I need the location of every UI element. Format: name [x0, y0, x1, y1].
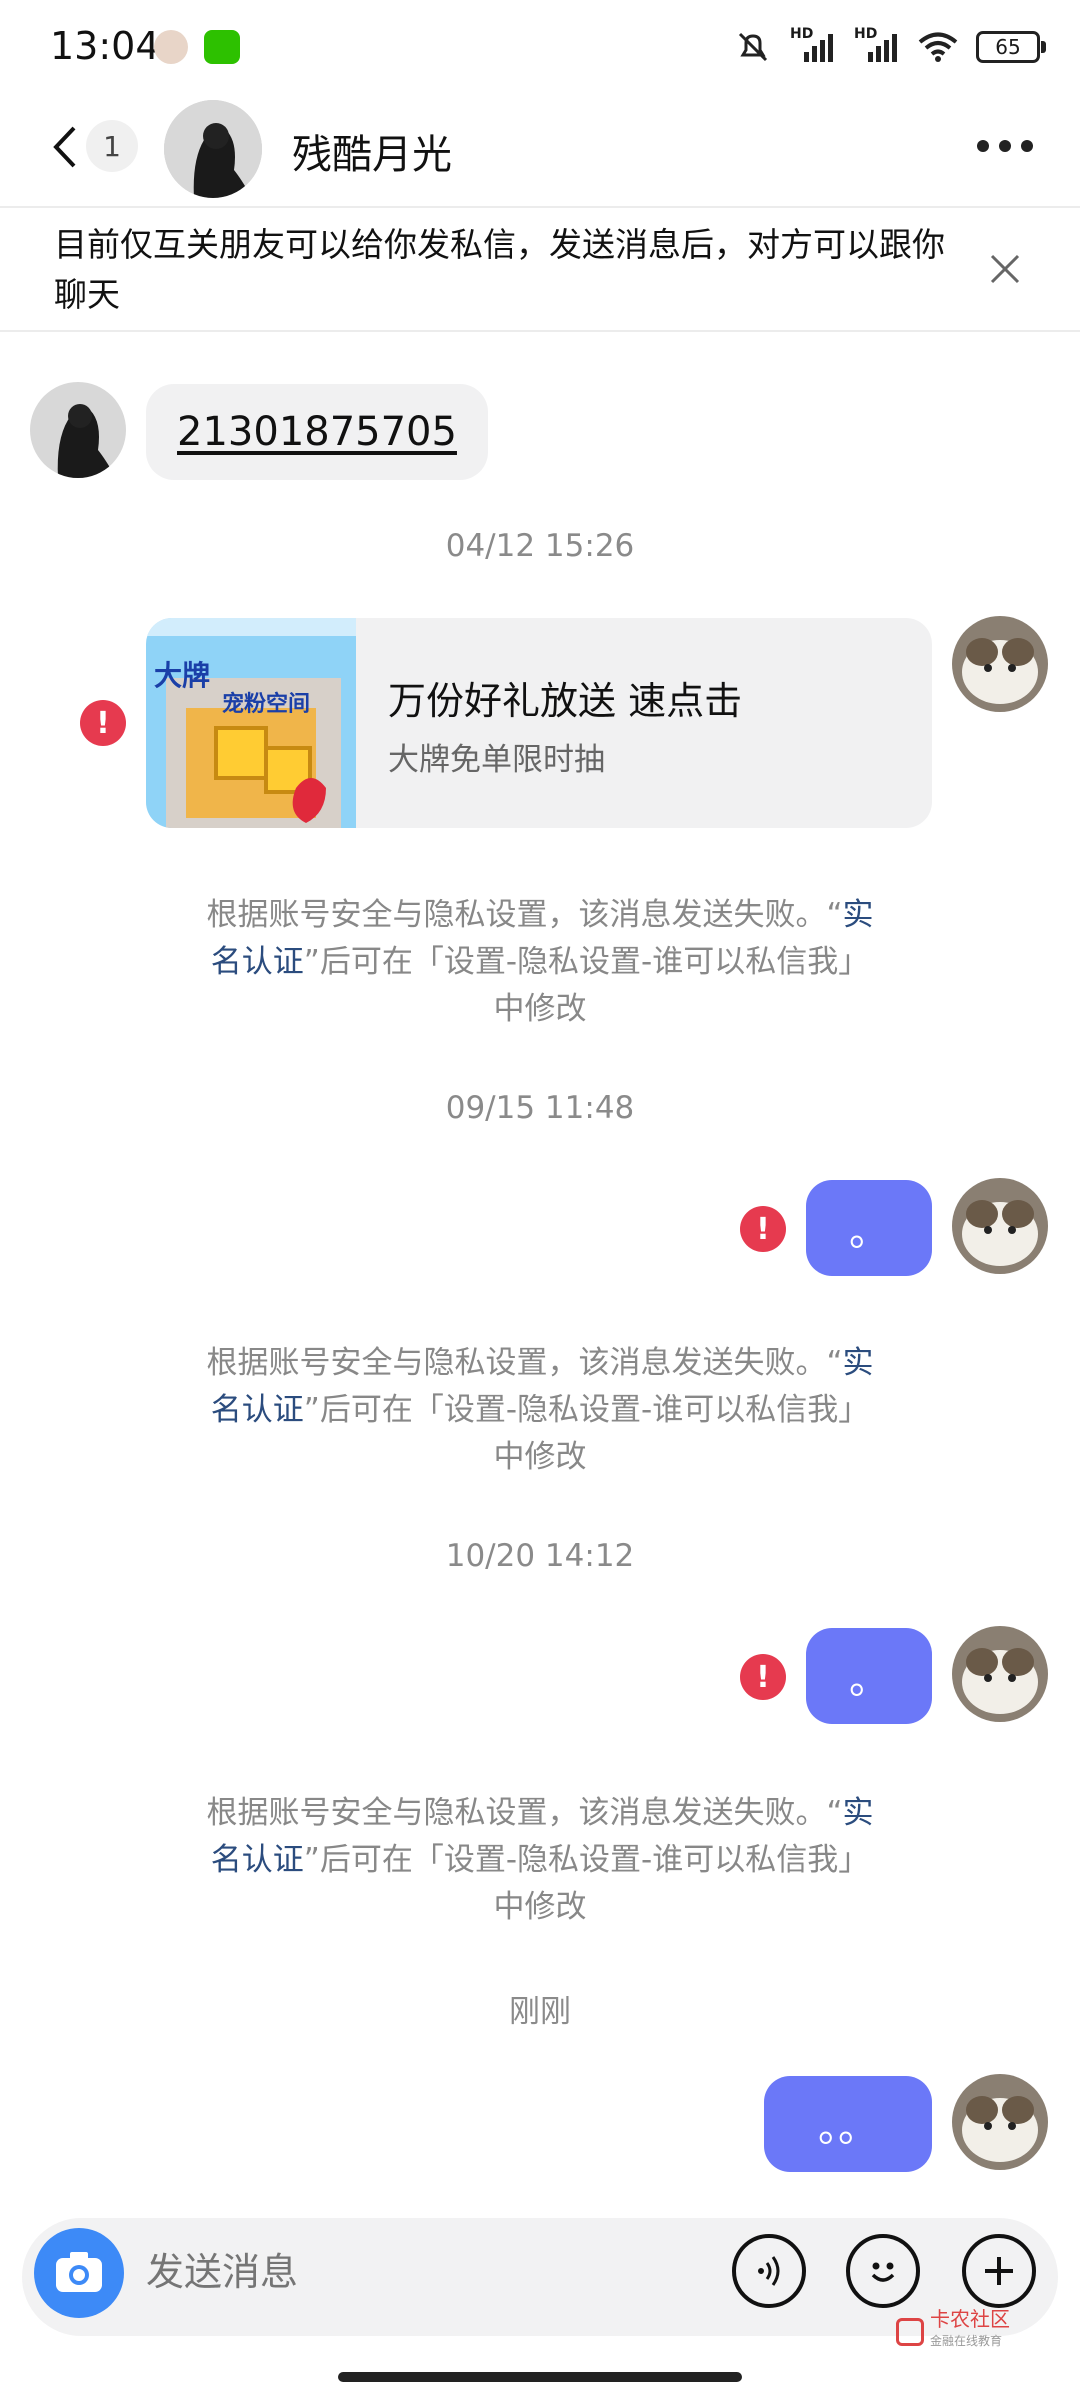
add-more-button[interactable] — [962, 2234, 1036, 2308]
voice-wave-icon — [758, 2256, 780, 2286]
chevron-left-icon — [53, 126, 76, 168]
my-avatar[interactable] — [952, 1178, 1048, 1274]
signal-icon-1: HD — [790, 26, 836, 64]
status-icons: HD HD 65 — [734, 26, 1046, 66]
contact-avatar[interactable] — [164, 100, 262, 198]
close-icon — [990, 254, 1020, 284]
outgoing-message-bubble[interactable]: 。 — [806, 1628, 932, 1724]
send-failed-icon[interactable]: ! — [80, 700, 126, 746]
send-failed-notice: 根据账号安全与隐私设置，该消息发送失败。“实名认证”后可在「设置-隐私设置-谁可… — [206, 1795, 874, 1925]
message-timestamp: 刚刚 — [509, 1994, 571, 2030]
battery-icon: 65 — [976, 31, 1046, 63]
send-failed-notice: 根据账号安全与隐私设置，该消息发送失败。“实名认证”后可在「设置-隐私设置-谁可… — [206, 897, 874, 1027]
promo-card-subtitle: 大牌免单限时抽 — [388, 742, 605, 778]
plus-icon — [985, 2257, 1013, 2285]
camera-button[interactable] — [34, 2228, 124, 2318]
voice-button[interactable] — [732, 2234, 806, 2308]
smiley-icon — [871, 2262, 895, 2282]
promo-thumb-headline: 大牌 — [154, 659, 211, 692]
message-timestamp: 04/12 15:26 — [445, 528, 635, 564]
header-divider — [0, 206, 1080, 208]
more-dot-icon — [977, 140, 989, 152]
more-options-button[interactable] — [970, 126, 1040, 166]
incoming-message-bubble[interactable]: 21301875705 — [146, 384, 488, 480]
my-avatar[interactable] — [952, 1626, 1048, 1722]
promo-card-title: 万份好礼放送 速点击 — [388, 679, 743, 723]
message-input[interactable] — [146, 2250, 686, 2294]
status-avatar-icon — [154, 30, 188, 64]
emoji-button[interactable] — [846, 2234, 920, 2308]
send-failed-icon[interactable]: ! — [740, 1654, 786, 1700]
privacy-notice: 目前仅互关朋友可以给你发私信，发送消息后，对方可以跟你聊天 — [54, 225, 945, 314]
my-avatar[interactable] — [952, 2074, 1048, 2170]
unread-count-badge[interactable]: 1 — [86, 120, 138, 172]
send-failed-notice: 根据账号安全与隐私设置，该消息发送失败。“实名认证”后可在「设置-隐私设置-谁可… — [206, 1345, 874, 1475]
send-failed-icon[interactable]: ! — [740, 1206, 786, 1252]
mute-bell-icon — [738, 32, 768, 62]
promo-card-thumbnail: 大牌 宠粉空间 — [146, 618, 356, 828]
close-notice-button[interactable] — [982, 246, 1028, 292]
signal-icon-2: HD — [854, 26, 900, 64]
notice-divider — [0, 330, 1080, 332]
phone-number-link[interactable]: 21301875705 — [177, 409, 457, 455]
home-indicator[interactable] — [338, 2372, 742, 2382]
more-dot-icon — [999, 140, 1011, 152]
wechat-icon — [204, 30, 240, 64]
watermark-text: 卡农社区 金融在线教育 — [930, 2307, 1010, 2348]
promo-card-message[interactable]: 大牌 宠粉空间 万份好礼放送 速点击 大牌免单限时抽 — [146, 618, 932, 828]
watermark-logo-icon — [896, 2318, 924, 2346]
my-avatar[interactable] — [952, 616, 1048, 712]
status-time: 13:04 — [50, 24, 160, 68]
contact-name: 残酷月光 — [292, 132, 452, 178]
outgoing-message-bubble[interactable]: 。 — [806, 1180, 932, 1276]
back-button[interactable] — [40, 114, 90, 180]
promo-thumb-subheadline: 宠粉空间 — [222, 692, 311, 717]
more-dot-icon — [1021, 140, 1033, 152]
message-timestamp: 10/20 14:12 — [445, 1538, 635, 1574]
wifi-icon — [918, 32, 958, 62]
camera-icon — [56, 2252, 102, 2292]
contact-message-avatar[interactable] — [30, 382, 126, 478]
message-timestamp: 09/15 11:48 — [445, 1090, 635, 1126]
outgoing-message-bubble[interactable]: 。。 — [764, 2076, 932, 2172]
